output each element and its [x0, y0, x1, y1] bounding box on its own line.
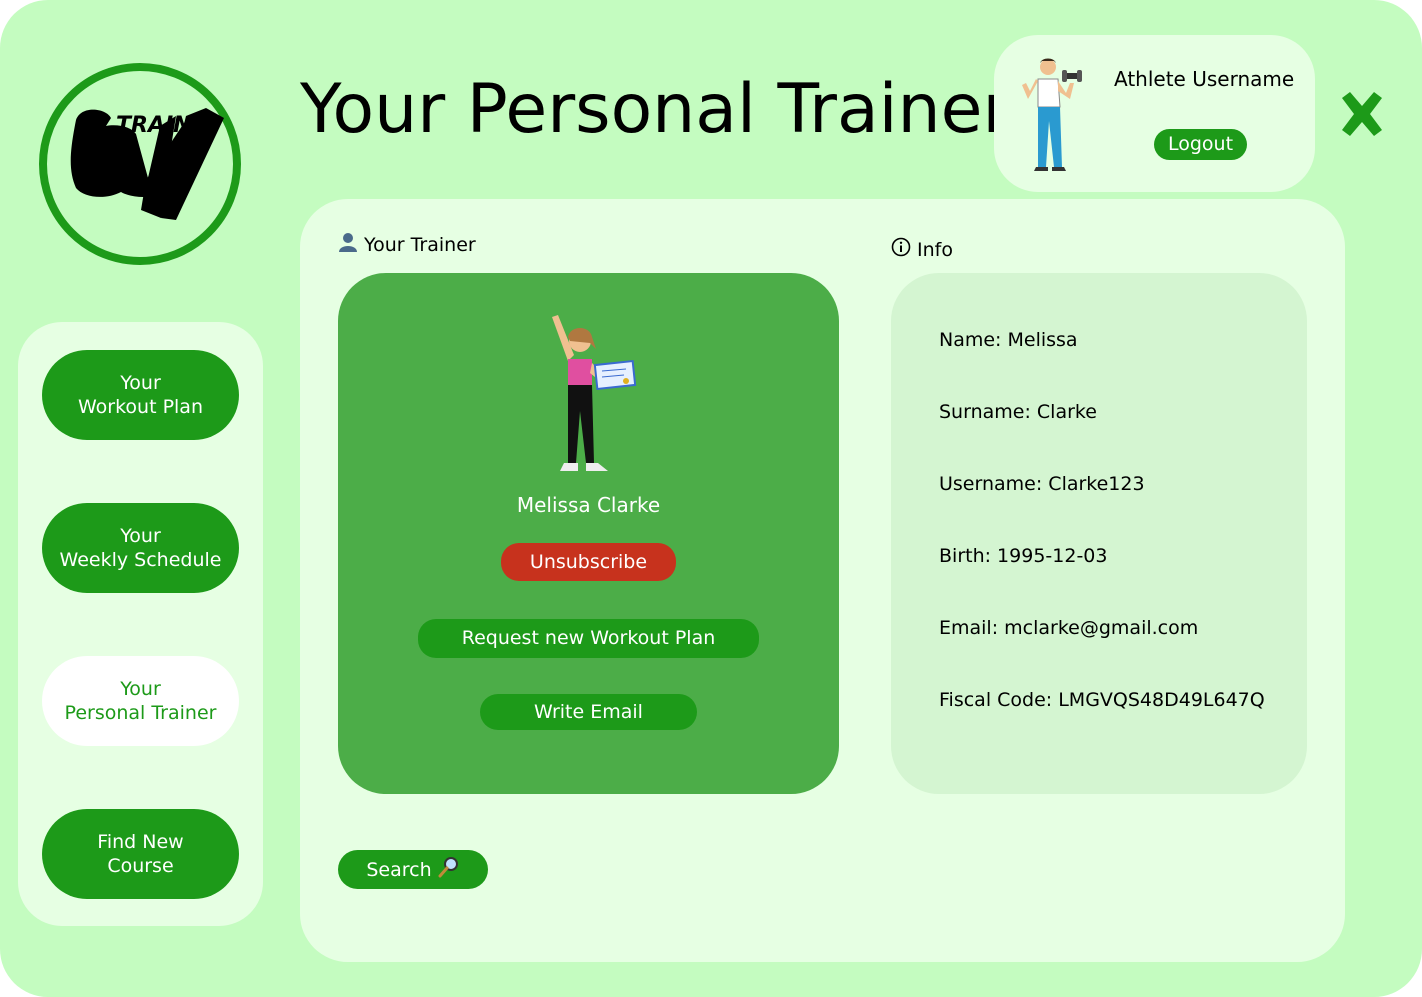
nav-label-line1: Find New [97, 831, 184, 853]
logout-button[interactable]: Logout [1154, 129, 1247, 160]
nav-weekly-schedule[interactable]: Your Weekly Schedule [42, 503, 239, 593]
train-logo: TRAIN [36, 60, 244, 268]
close-icon[interactable] [1336, 88, 1388, 140]
nav-label-line1: Your [120, 525, 161, 547]
trainer-section-label: Your Trainer [364, 233, 476, 256]
user-icon [338, 232, 358, 257]
app-window: TRAIN Your Personal Trainer Athlete User… [0, 0, 1422, 997]
write-email-button[interactable]: Write Email [480, 694, 697, 730]
athlete-avatar [1018, 55, 1084, 173]
nav-find-new-course[interactable]: Find New Course [42, 809, 239, 899]
trainer-avatar [538, 311, 638, 481]
nav-label-line2: Course [107, 855, 174, 877]
info-username: Username: Clarke123 [939, 473, 1145, 495]
nav-label-line2: Workout Plan [77, 396, 203, 418]
request-workout-plan-button[interactable]: Request new Workout Plan [418, 619, 759, 658]
user-card: Athlete Username Logout [994, 35, 1315, 192]
nav-label-line2: Weekly Schedule [59, 549, 222, 571]
magnifier-icon [438, 856, 460, 883]
trainer-section-header: Your Trainer [338, 232, 476, 257]
search-button[interactable]: Search [338, 850, 488, 889]
page-title: Your Personal Trainer [300, 70, 1011, 149]
info-fiscal-code: Fiscal Code: LMGVQS48D49L647Q [939, 689, 1265, 711]
info-email: Email: mclarke@gmail.com [939, 617, 1199, 639]
main-panel: Your Trainer Info Melissa Clarke Unsubsc… [300, 199, 1345, 962]
nav-workout-plan[interactable]: Your Workout Plan [42, 350, 239, 440]
info-section-label: Info [917, 238, 953, 261]
info-section-header: Info [891, 237, 953, 262]
nav-personal-trainer[interactable]: Your Personal Trainer [42, 656, 239, 746]
info-card: Name: Melissa Surname: Clarke Username: … [891, 273, 1307, 794]
trainer-name: Melissa Clarke [516, 493, 661, 517]
nav-label-line1: Your [120, 678, 161, 700]
search-label: Search [366, 858, 432, 881]
athlete-username: Athlete Username [1114, 67, 1295, 91]
sidebar: Your Workout Plan Your Weekly Schedule Y… [18, 322, 263, 926]
unsubscribe-button[interactable]: Unsubscribe [501, 543, 676, 581]
info-name: Name: Melissa [939, 329, 1078, 351]
trainer-card: Melissa Clarke Unsubscribe Request new W… [338, 273, 839, 794]
nav-label-line2: Personal Trainer [64, 702, 217, 724]
logo-text: TRAIN [116, 113, 192, 138]
info-birth: Birth: 1995-12-03 [939, 545, 1108, 567]
info-icon [891, 237, 911, 262]
info-surname: Surname: Clarke [939, 401, 1097, 423]
nav-label-line1: Your [120, 372, 161, 394]
